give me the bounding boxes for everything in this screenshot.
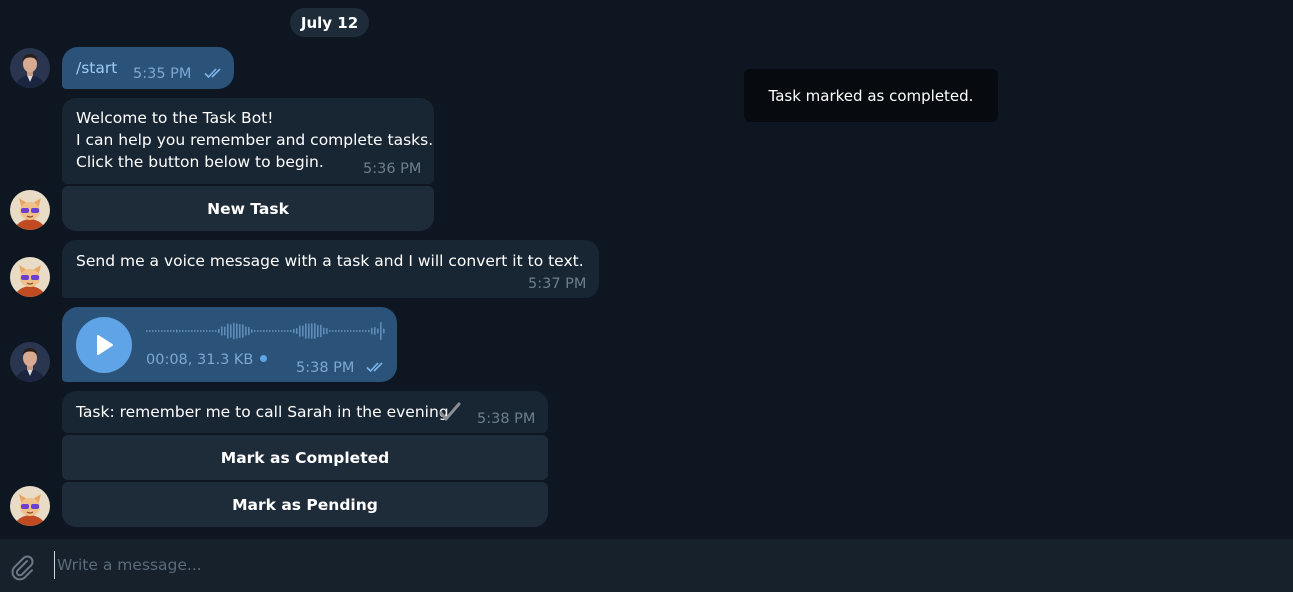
message-text: /start: [76, 59, 118, 77]
date-separator: July 12: [290, 8, 369, 37]
user-avatar[interactable]: [10, 342, 50, 382]
voice-meta: 00:08, 31.3 KB: [146, 349, 268, 371]
waveform[interactable]: [146, 319, 388, 343]
message-time: 5:35 PM: [133, 66, 192, 82]
new-task-button[interactable]: New Task: [62, 186, 434, 231]
message-text: Task: remember me to call Sarah in the e…: [76, 403, 449, 421]
message-time: 5:36 PM: [363, 161, 422, 177]
double-check-icon: [366, 362, 383, 373]
paperclip-icon[interactable]: [8, 553, 36, 581]
user-avatar[interactable]: [10, 48, 50, 88]
play-icon: [97, 335, 113, 355]
message-input[interactable]: [54, 551, 1254, 579]
message-voice[interactable]: 00:08, 31.3 KB 5:38 PM: [62, 307, 397, 382]
unlistened-dot: [260, 355, 268, 362]
message-task[interactable]: Task: remember me to call Sarah in the e…: [62, 391, 548, 433]
message-time: 5:38 PM: [477, 411, 536, 427]
message-time: 5:37 PM: [528, 276, 587, 292]
message-time: 5:38 PM: [296, 360, 355, 376]
double-check-icon: [204, 68, 221, 79]
welcome-line-1: Welcome to the Task Bot!: [76, 109, 274, 127]
message-composer: [0, 539, 1293, 592]
message-text: Send me a voice message with a task and …: [76, 252, 584, 270]
chat-history[interactable]: July 12 /start 5:35 PM Welcome to the Ta…: [0, 0, 1293, 539]
bot-avatar[interactable]: [10, 257, 50, 297]
mark-pending-button[interactable]: Mark as Pending: [62, 482, 548, 527]
play-button[interactable]: [76, 317, 132, 373]
message-send-voice[interactable]: Send me a voice message with a task and …: [62, 240, 599, 298]
bot-avatar[interactable]: [10, 190, 50, 230]
mark-completed-button[interactable]: Mark as Completed: [62, 435, 548, 480]
bot-avatar[interactable]: [10, 486, 50, 526]
toast-notification: Task marked as completed.: [744, 69, 998, 122]
welcome-line-2: I can help you remember and complete tas…: [76, 131, 434, 149]
check-icon: [439, 402, 461, 421]
message-start[interactable]: /start 5:35 PM: [62, 47, 234, 89]
message-welcome[interactable]: Welcome to the Task Bot! I can help you …: [62, 98, 434, 184]
